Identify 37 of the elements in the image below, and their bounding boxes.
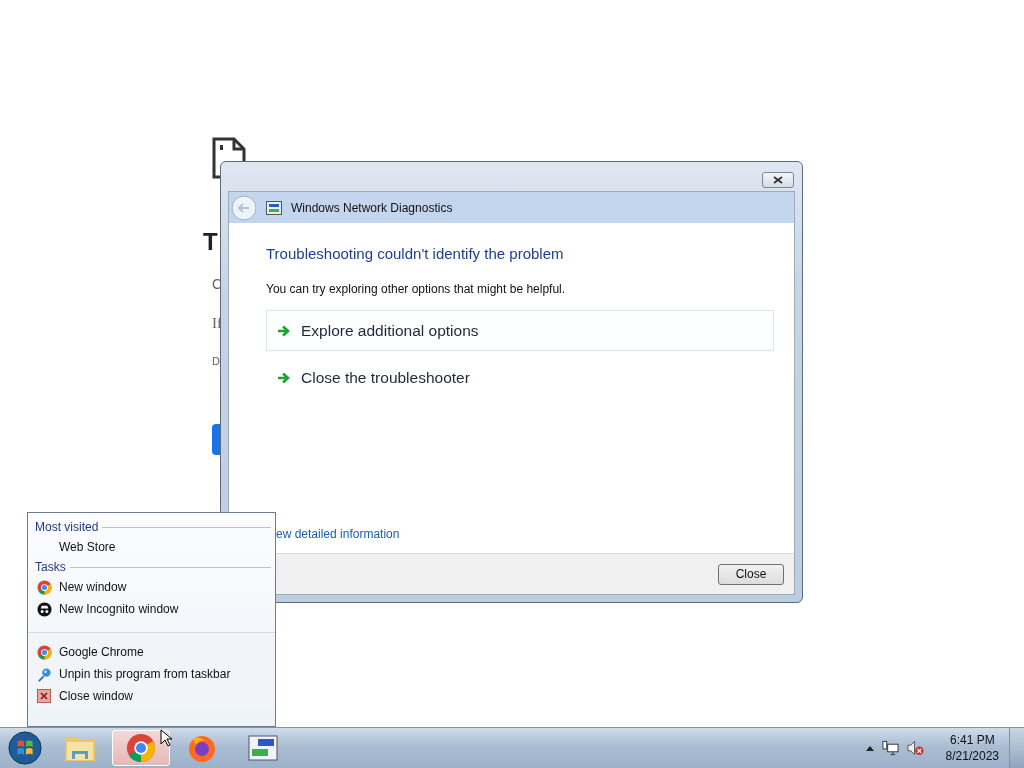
clock-date: 8/21/2023 xyxy=(945,748,999,764)
close-icon xyxy=(37,688,51,703)
menu-item[interactable]: Close window xyxy=(28,685,275,707)
close-button[interactable] xyxy=(762,172,794,188)
chrome-icon xyxy=(126,733,156,763)
network-icon xyxy=(248,735,278,761)
firefox-icon xyxy=(187,733,217,763)
chrome-icon xyxy=(37,644,52,660)
close-icon xyxy=(773,176,783,184)
mouse-cursor xyxy=(160,729,172,747)
menu-item[interactable]: New Incognito window xyxy=(28,598,275,620)
option-link[interactable]: Close the troubleshooter xyxy=(266,357,774,398)
page-heading: T xyxy=(203,228,218,256)
arrow-icon xyxy=(277,324,291,337)
menu-item[interactable]: Google Chrome xyxy=(28,641,275,663)
dialog-heading: Troubleshooting couldn't identify the problem xyxy=(266,245,565,262)
close-button[interactable]: Close xyxy=(718,563,784,585)
network-icon xyxy=(266,200,282,215)
page-text: D xyxy=(212,355,220,367)
show-hidden-icons-icon[interactable] xyxy=(865,745,874,751)
taskbar-button[interactable] xyxy=(112,730,170,766)
network-icon[interactable] xyxy=(881,740,899,756)
details-link[interactable]: ew detailed information xyxy=(276,527,774,541)
window-title: Windows Network Diagnostics xyxy=(291,200,453,215)
menu-item[interactable]: Web Store xyxy=(28,536,275,558)
clock-time: 6:41 PM xyxy=(949,732,995,748)
section-title: Tasks xyxy=(35,560,66,574)
dialog-message: You can try exploring other options that might be helpful. xyxy=(266,282,567,296)
option-link[interactable]: Explore additional options xyxy=(266,310,774,351)
menu-item[interactable]: New window xyxy=(28,576,275,598)
menu-item[interactable]: Unpin this program from taskbar xyxy=(28,663,275,685)
muted-speaker-icon[interactable] xyxy=(906,740,924,756)
incognito-icon xyxy=(37,601,52,617)
chrome-icon xyxy=(37,579,52,595)
arrow-icon xyxy=(277,371,291,384)
section-title: Most visited xyxy=(35,520,99,534)
start-button[interactable] xyxy=(7,730,43,766)
